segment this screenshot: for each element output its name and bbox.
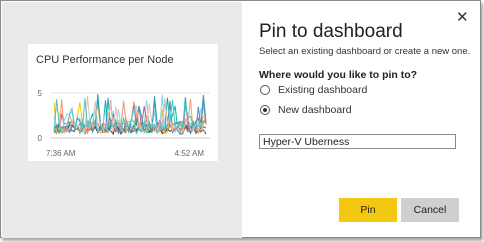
cpu-line-chart: 5 07:36 AM 4:52 AM [38, 89, 210, 158]
y-tick-label: 5 [38, 89, 43, 98]
x-tick-label: 7:36 AM [46, 149, 76, 158]
tile-preview-pane: CPU Performance per Node 5 0 7:36 AM 4:52 A… [2, 2, 242, 238]
existing-dashboard-option[interactable]: Existing dashboard [260, 83, 367, 97]
pin-dialog: CPU Performance per Node 5 0 7:36 AM 4:52 A… [0, 0, 481, 238]
cancel-button[interactable]: Cancel [401, 198, 459, 222]
dialog-title: Pin to dashboard [259, 21, 403, 42]
new-dashboard-radio[interactable] [260, 105, 270, 115]
dialog-subtitle: Select an existing dashboard or create a… [259, 46, 471, 57]
existing-dashboard-radio[interactable] [260, 85, 270, 95]
new-dashboard-option[interactable]: New dashboard [260, 103, 352, 117]
dashboard-name-input[interactable] [259, 134, 456, 149]
close-icon[interactable]: ✕ [456, 10, 469, 26]
new-dashboard-label: New dashboard [278, 104, 352, 116]
tile-preview: CPU Performance per Node 5 0 7:36 AM 4:52 A… [28, 44, 218, 161]
y-tick-label: 0 [38, 134, 43, 143]
pin-button[interactable]: Pin [339, 198, 397, 222]
pin-location-question: Where would you like to pin to? [259, 69, 418, 81]
x-tick-label: 4:52 AM [175, 149, 205, 158]
existing-dashboard-label: Existing dashboard [278, 84, 368, 96]
